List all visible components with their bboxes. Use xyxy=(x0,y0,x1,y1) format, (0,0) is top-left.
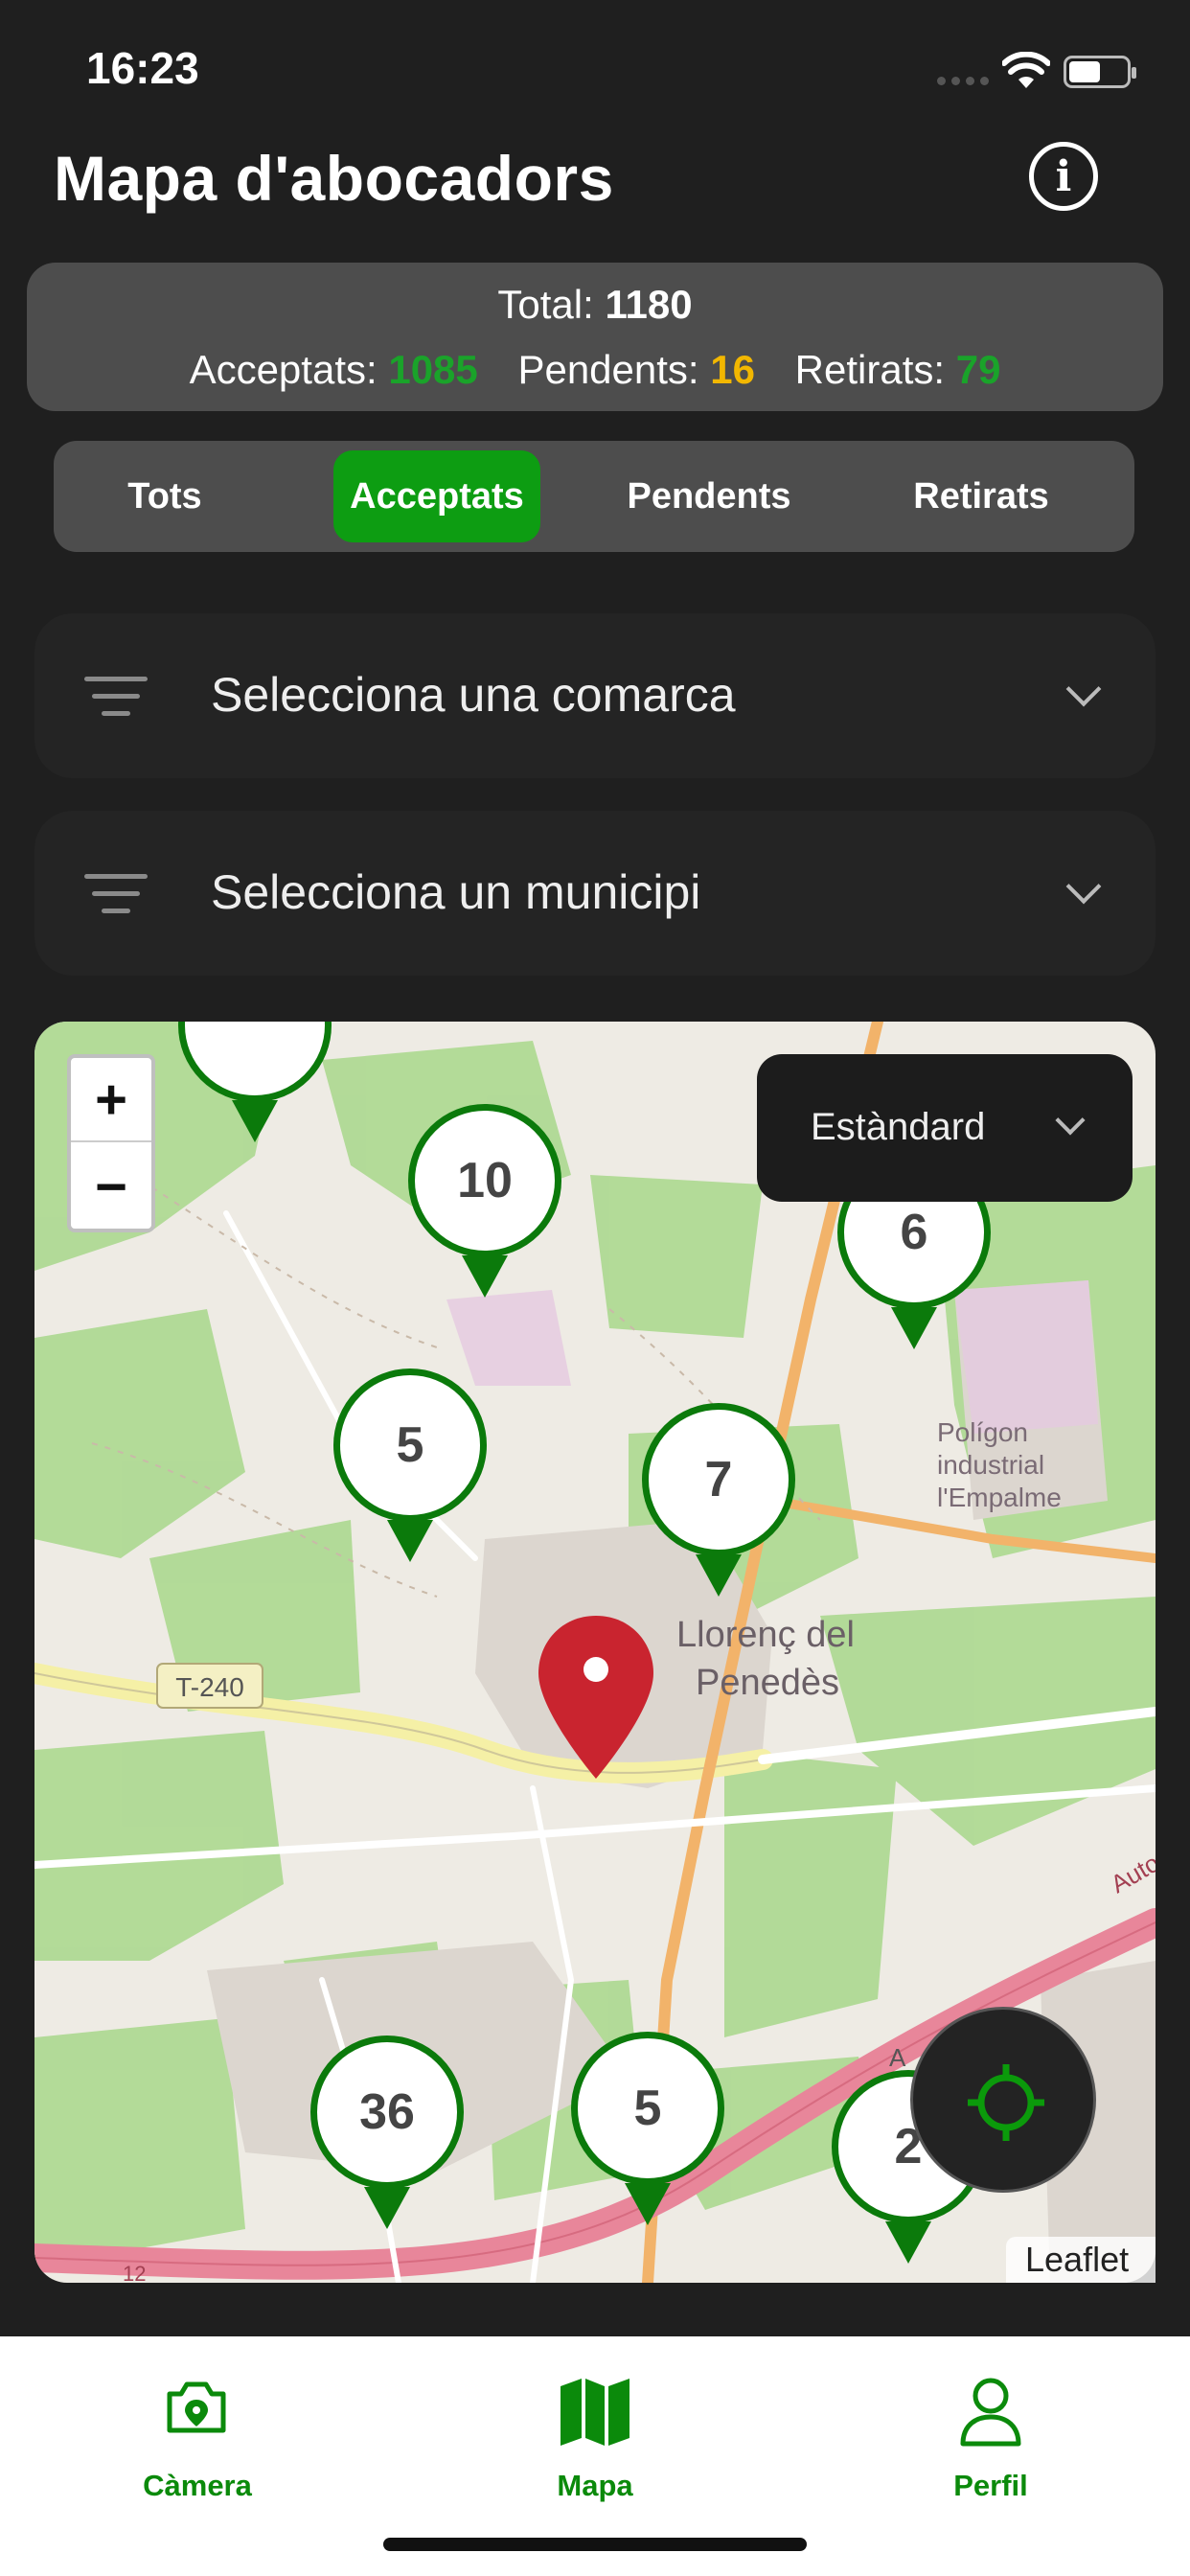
nav-camera[interactable]: Càmera xyxy=(92,2356,303,2509)
zoom-control: + − xyxy=(67,1054,155,1232)
removed-label: Retirats: xyxy=(794,347,946,392)
tab-pendents[interactable]: Pendents xyxy=(606,450,812,542)
cluster-marker[interactable]: 36 xyxy=(310,2036,464,2229)
crosshair-icon xyxy=(968,2064,1044,2141)
status-time: 16:23 xyxy=(86,43,199,93)
total-label: Total: xyxy=(497,282,594,327)
zoom-out-button[interactable]: − xyxy=(71,1144,151,1229)
industrial-label: l'Empalme xyxy=(937,1483,1062,1512)
wifi-icon xyxy=(1002,52,1050,88)
map-icon xyxy=(561,2379,629,2446)
stats-breakdown: Acceptats: 1085 Pendents: 16 Retirats: 7… xyxy=(27,347,1163,393)
municipi-select-label: Selecciona un municipi xyxy=(211,865,701,919)
page-title: Mapa d'abocadors xyxy=(54,143,614,214)
accepted-value: 1085 xyxy=(388,347,478,392)
tab-tots[interactable]: Tots xyxy=(61,450,268,542)
chevron-down-icon xyxy=(1055,1105,1086,1136)
nav-profile[interactable]: Perfil xyxy=(885,2356,1096,2509)
home-indicator xyxy=(383,2538,807,2551)
pending-label: Pendents: xyxy=(517,347,699,392)
road-label: A xyxy=(889,2043,906,2072)
locate-me-button[interactable] xyxy=(910,2007,1096,2193)
cellular-signal-icon xyxy=(937,77,991,86)
nav-profile-label: Perfil xyxy=(953,2469,1028,2502)
pending-value: 16 xyxy=(710,347,755,392)
industrial-label: industrial xyxy=(937,1450,1044,1480)
info-icon: i xyxy=(1055,151,1072,201)
stats-card: Total: 1180 Acceptats: 1085 Pendents: 16… xyxy=(27,263,1163,411)
total-value: 1180 xyxy=(605,282,693,327)
industrial-label: Polígon xyxy=(937,1417,1028,1447)
cluster-marker[interactable]: 10 xyxy=(408,1104,561,1298)
removed-value: 79 xyxy=(955,347,1001,392)
camera-location-icon xyxy=(167,2381,226,2433)
user-icon xyxy=(960,2378,1021,2447)
place-label: Penedès xyxy=(696,1663,839,1703)
nav-map[interactable]: Mapa xyxy=(490,2356,700,2509)
road-label: T-240 xyxy=(175,1672,244,1702)
nav-map-label: Mapa xyxy=(557,2469,633,2502)
cluster-marker[interactable] xyxy=(178,1022,332,1142)
filter-icon xyxy=(84,677,148,717)
chevron-down-icon xyxy=(1065,868,1102,905)
cluster-marker[interactable]: 5 xyxy=(333,1368,487,1562)
municipi-select[interactable]: Selecciona un municipi xyxy=(34,811,1156,976)
comarca-select-label: Selecciona una comarca xyxy=(211,668,736,722)
status-bar: 16:23 xyxy=(0,0,1190,134)
accepted-label: Acceptats: xyxy=(189,347,378,392)
filter-icon xyxy=(84,874,148,914)
nav-camera-label: Càmera xyxy=(143,2469,252,2502)
status-filter-tabs: Tots Acceptats Pendents Retirats xyxy=(54,441,1134,552)
stats-total: Total: 1180 xyxy=(27,282,1163,328)
tab-acceptats[interactable]: Acceptats xyxy=(333,450,540,542)
highway-label: Auto xyxy=(1106,1848,1156,1898)
chevron-down-icon xyxy=(1065,671,1102,707)
zoom-in-button[interactable]: + xyxy=(71,1058,151,1142)
place-label: Llorenç del xyxy=(676,1615,855,1655)
comarca-select[interactable]: Selecciona una comarca xyxy=(34,613,1156,778)
cluster-marker[interactable]: 7 xyxy=(642,1403,795,1597)
tab-retirats[interactable]: Retirats xyxy=(878,450,1085,542)
map-attribution[interactable]: Leaflet xyxy=(1006,2237,1156,2283)
battery-icon xyxy=(1064,56,1136,88)
road-label: 12 xyxy=(123,2262,146,2283)
map-layer-label: Estàndard xyxy=(811,1106,986,1148)
map-layer-select[interactable]: Estàndard xyxy=(757,1054,1133,1202)
info-button[interactable]: i xyxy=(1029,142,1098,211)
cluster-marker[interactable]: 5 xyxy=(571,2032,724,2225)
